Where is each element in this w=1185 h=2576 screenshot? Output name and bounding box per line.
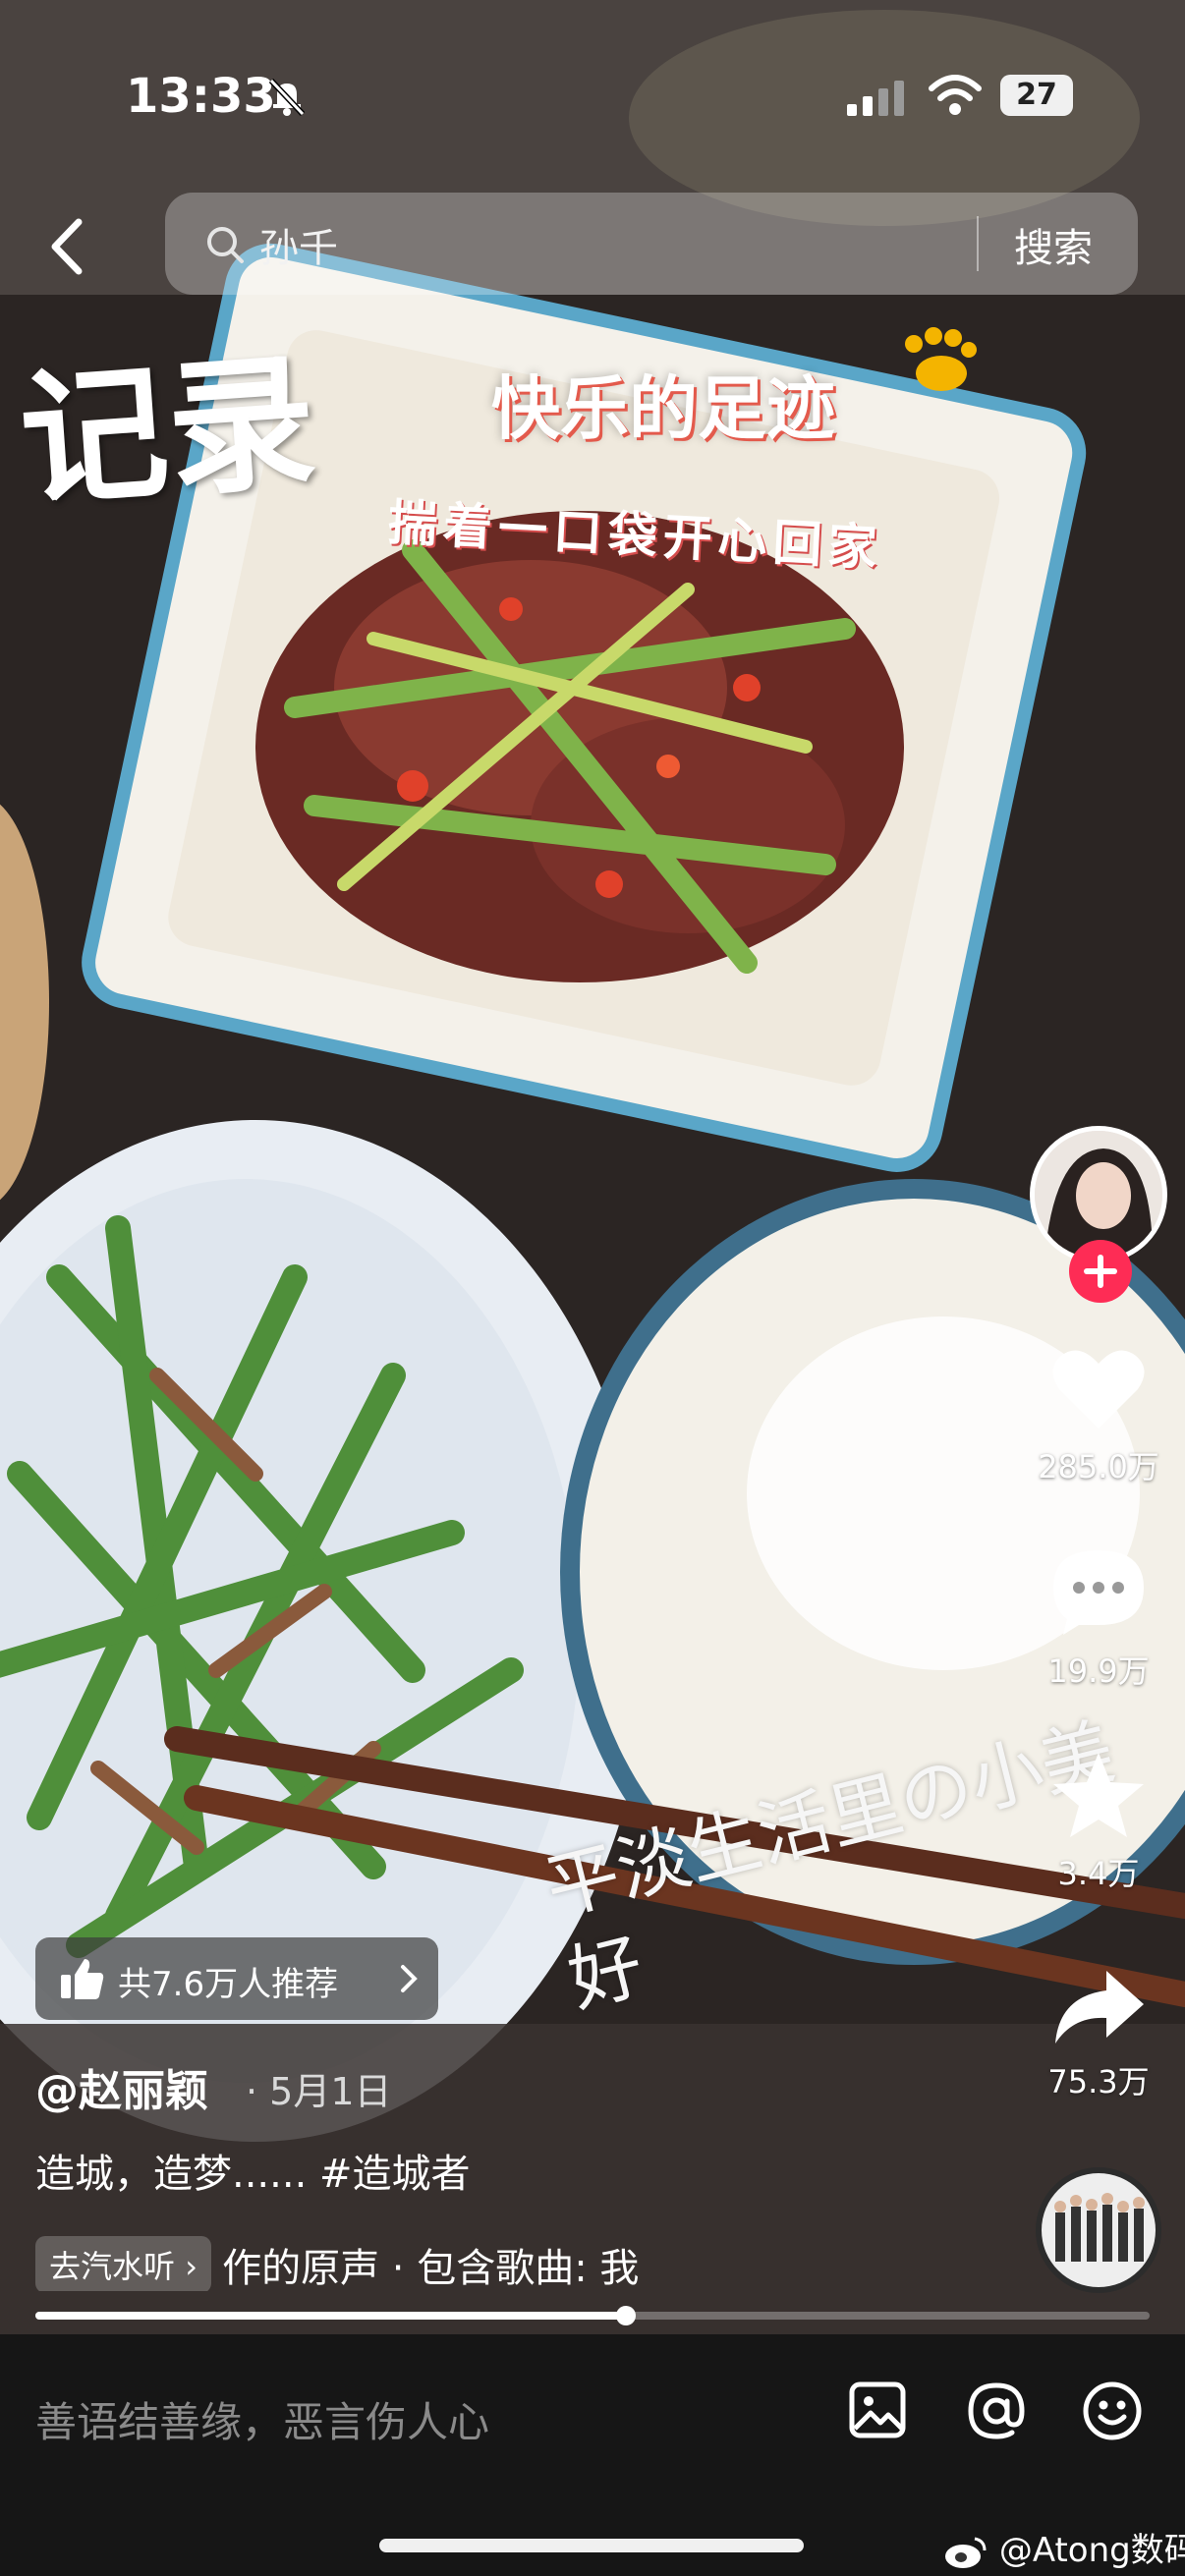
favorite-button[interactable]: 3.4万 <box>1012 1749 1185 1894</box>
signal-icon <box>847 81 904 116</box>
search-icon <box>207 227 244 263</box>
status-bar: 13:33 27 <box>0 0 1185 187</box>
thumbs-up-icon <box>61 1959 104 1999</box>
footprint-icon <box>905 327 977 391</box>
favorite-count: 3.4万 <box>1057 1855 1140 1892</box>
image-icon[interactable] <box>847 2380 908 2440</box>
share-icon <box>1055 1971 1144 2044</box>
music-row[interactable]: 去汽水听 › 作的原声 · 包含歌曲: 我 <box>35 2236 723 2291</box>
weibo-icon <box>945 2537 987 2568</box>
star-icon <box>1053 1753 1144 1837</box>
wifi-icon <box>929 75 982 115</box>
progress-knob[interactable] <box>616 2306 637 2325</box>
progress-fill <box>35 2312 627 2320</box>
author-name[interactable]: @赵丽颖 <box>35 2055 208 2118</box>
post-date: · 5月1日 <box>246 2070 392 2113</box>
search-divider <box>977 216 979 271</box>
share-count: 75.3万 <box>1047 2063 1150 2100</box>
emoji-icon[interactable] <box>1081 2380 1144 2442</box>
watermark: @Atong数码 <box>943 2523 1185 2571</box>
share-button[interactable]: 75.3万 <box>1012 1965 1185 2102</box>
video-overlay-subtitle: 快乐的足迹 <box>491 368 835 449</box>
music-text: 作的原声 · 包含歌曲: 我 <box>222 2246 640 2291</box>
album-cover <box>1042 2173 1156 2287</box>
comment-button[interactable]: 19.9万 <box>1012 1544 1185 1692</box>
comment-input[interactable]: 善语结善缘，恶言伤人心 <box>35 2389 489 2449</box>
video-progress-bar[interactable] <box>35 2306 1150 2325</box>
like-count: 285.0万 <box>1038 1448 1159 1485</box>
search-button[interactable]: 搜索 <box>1014 216 1093 273</box>
search-query[interactable]: 孙千 <box>259 216 338 273</box>
music-disc[interactable] <box>1036 2167 1161 2293</box>
status-time: 13:33 <box>126 69 276 124</box>
recommend-pill[interactable]: 共7.6万人推荐 <box>35 1937 438 2020</box>
recommend-label: 共7.6万人推荐 <box>118 1965 339 2004</box>
search-input[interactable]: 孙千 搜索 <box>165 193 1138 295</box>
back-button[interactable] <box>39 212 98 281</box>
comment-count: 19.9万 <box>1047 1652 1150 1690</box>
watermark-text: @Atong数码 <box>998 2531 1185 2570</box>
plus-icon <box>1084 1255 1117 1288</box>
comment-icon <box>1053 1550 1144 1635</box>
follow-button[interactable] <box>1069 1240 1132 1303</box>
chevron-right-icon <box>401 1965 418 1992</box>
battery-icon: 27 <box>1000 75 1073 116</box>
video-overlay-title: 记录 <box>15 334 321 529</box>
music-tag[interactable]: 去汽水听 › <box>35 2236 211 2291</box>
like-button[interactable]: 285.0万 <box>1012 1344 1185 1487</box>
music-tag-label: 去汽水听 <box>49 2248 176 2285</box>
post-caption[interactable]: 造城，造梦...... #造城者 <box>35 2142 471 2199</box>
bell-slash-icon <box>268 78 306 117</box>
heart-icon <box>1052 1350 1145 1428</box>
mention-icon[interactable] <box>965 2380 1028 2442</box>
home-indicator[interactable] <box>379 2539 804 2552</box>
